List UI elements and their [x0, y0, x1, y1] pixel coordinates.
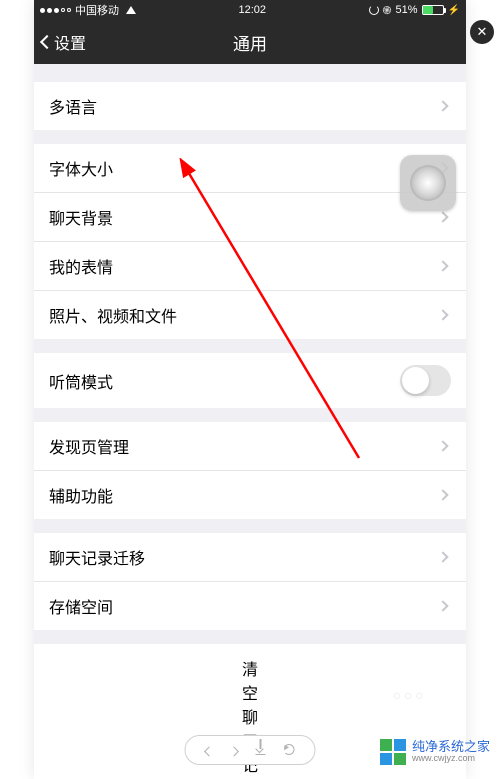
settings-group: 发现页管理辅助功能	[34, 422, 466, 519]
status-left: 中国移动	[40, 2, 136, 18]
settings-group: 多语言	[34, 82, 466, 130]
chevron-right-icon	[437, 211, 448, 222]
row-label: 存储空间	[49, 594, 439, 618]
chevron-right-icon	[437, 309, 448, 320]
row-label: 多语言	[49, 94, 439, 118]
back-button[interactable]: 设置	[38, 26, 90, 58]
chevron-left-icon	[204, 747, 214, 757]
assistive-touch-button[interactable]	[400, 155, 456, 211]
row-earpiece-mode[interactable]: 听筒模式	[34, 353, 466, 408]
chevron-right-icon	[437, 260, 448, 271]
loading-icon	[369, 5, 379, 15]
battery-pct: 51%	[396, 4, 418, 16]
viewer-toolbar	[185, 735, 316, 765]
row-label: 发现页管理	[49, 434, 439, 458]
watermark-name: 纯净系统之家	[412, 740, 490, 754]
refresh-button[interactable]	[284, 742, 295, 758]
wifi-icon	[126, 6, 136, 14]
settings-group: 聊天记录迁移存储空间	[34, 533, 466, 630]
row-label: 我的表情	[49, 254, 439, 278]
chevron-right-icon	[437, 600, 448, 611]
chevron-right-icon	[437, 100, 448, 111]
phone-frame: 中国移动 12:02 ֎ 51% ⚡ 设置 通用 多语言字体大小聊天背景我的表情…	[34, 0, 466, 779]
row-chat-migration[interactable]: 聊天记录迁移	[34, 533, 466, 582]
row-label: 字体大小	[49, 156, 439, 180]
download-button[interactable]	[256, 742, 266, 758]
back-label: 设置	[54, 30, 86, 54]
prev-button[interactable]	[206, 742, 213, 758]
watermark-logo-icon	[380, 739, 406, 765]
watermark-url: www.cwjyz.com	[412, 754, 490, 764]
charging-icon: ⚡	[448, 5, 460, 16]
clock: 12:02	[238, 4, 266, 16]
row-storage[interactable]: 存储空间	[34, 582, 466, 630]
refresh-icon	[284, 744, 295, 755]
assistive-touch-icon	[410, 165, 446, 201]
chevron-right-icon	[229, 747, 239, 757]
row-label: 听筒模式	[49, 369, 400, 393]
battery-icon	[422, 5, 444, 15]
page-title: 通用	[34, 30, 466, 55]
watermark: 纯净系统之家 www.cwjyz.com	[380, 739, 490, 765]
row-multilanguage[interactable]: 多语言	[34, 82, 466, 130]
row-photos-videos-files[interactable]: 照片、视频和文件	[34, 291, 466, 339]
row-label: 辅助功能	[49, 483, 439, 507]
next-button[interactable]	[231, 742, 238, 758]
row-label: 照片、视频和文件	[49, 303, 439, 327]
chevron-right-icon	[437, 440, 448, 451]
chevron-right-icon	[437, 489, 448, 500]
status-bar: 中国移动 12:02 ֎ 51% ⚡	[34, 0, 466, 20]
row-label: 聊天记录迁移	[49, 545, 439, 569]
download-icon	[256, 745, 266, 755]
settings-group: 听筒模式	[34, 353, 466, 408]
row-accessibility[interactable]: 辅助功能	[34, 471, 466, 519]
rotation-lock-icon: ֎	[383, 3, 392, 18]
chevron-left-icon	[40, 35, 54, 49]
row-my-stickers[interactable]: 我的表情	[34, 242, 466, 291]
signal-icon	[40, 8, 71, 13]
chevron-right-icon	[437, 551, 448, 562]
status-right: ֎ 51% ⚡	[369, 3, 460, 18]
close-overlay-button[interactable]: ✕	[470, 20, 494, 44]
row-discover-manage[interactable]: 发现页管理	[34, 422, 466, 471]
nav-bar: 设置 通用	[34, 20, 466, 64]
row-label: 聊天背景	[49, 205, 439, 229]
toggle-switch[interactable]	[400, 365, 451, 396]
carrier-label: 中国移动	[75, 2, 119, 18]
